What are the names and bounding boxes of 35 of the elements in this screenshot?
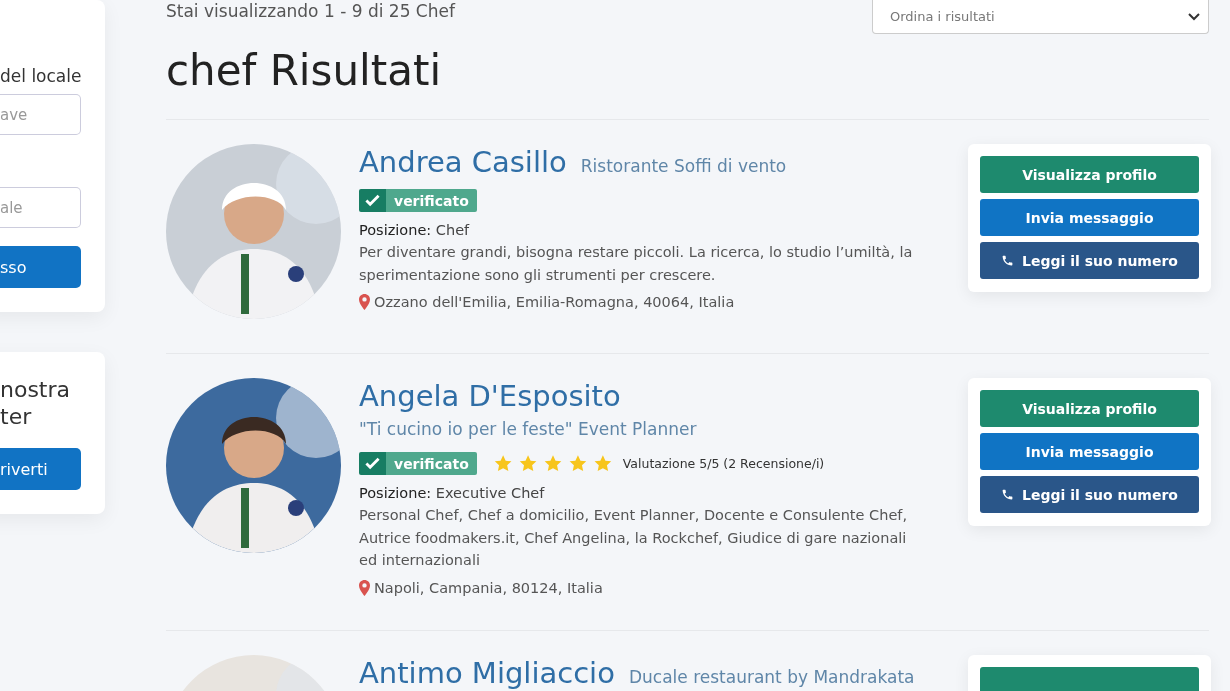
rating-text: Valutazione 5/5 (2 Recensione/i) — [622, 456, 825, 471]
send-message-button[interactable]: Invia messaggio — [980, 199, 1199, 236]
page-title: chef Risultati — [166, 46, 443, 95]
phone-icon — [1001, 488, 1015, 501]
position-text: Posizione: Executive Chef — [359, 485, 546, 501]
view-profile-button[interactable]: Visualizza profilo — [980, 156, 1199, 193]
check-icon — [359, 189, 386, 212]
map-pin-icon — [359, 294, 370, 310]
search-button[interactable]: sso — [0, 246, 81, 288]
phone-icon — [1001, 254, 1015, 267]
subscribe-button[interactable]: riverti — [0, 448, 81, 490]
chef-subtitle: Ducale restaurant by Mandrakata — [628, 665, 915, 689]
position-text: Posizione: Chef — [359, 222, 471, 238]
newsletter-heading: nostra ter — [0, 376, 72, 430]
chef-subtitle: Ristorante Soffi di vento — [580, 155, 787, 178]
chef-name[interactable]: Antimo Migliaccio — [359, 654, 615, 691]
view-profile-button[interactable]: Visualizza profilo — [980, 390, 1199, 427]
location-text: Ozzano dell'Emilia, Emilia-Romagna, 40064, Italia — [374, 294, 735, 310]
chevron-down-icon — [1188, 12, 1200, 21]
results-count: Stai visualizzando 1 - 9 di 25 Chef — [166, 0, 455, 22]
send-message-button[interactable]: Invia messaggio — [980, 433, 1199, 470]
location-text: Napoli, Campania, 80124, Italia — [374, 579, 603, 596]
chef-name[interactable]: Andrea Casillo — [359, 144, 567, 180]
chef-name[interactable]: Angela D'Esposito — [359, 378, 621, 414]
map-pin-icon — [359, 579, 370, 596]
sort-select[interactable]: Ordina i risultati — [872, 0, 1209, 34]
show-number-button[interactable]: Leggi il suo numero — [980, 476, 1199, 513]
show-number-button[interactable]: Leggi il suo numero — [980, 242, 1199, 279]
field-label: del locale — [0, 66, 81, 86]
input-field[interactable]: ave — [0, 94, 81, 135]
chef-bio: Per diventare grandi, bisogna restare piccoli. La ricerca, lo studio l’umiltà, la sperimentazione sono gli strumenti per crescere. — [359, 243, 914, 285]
chef-subtitle: "Ti cucino io per le feste" Event Planner — [359, 418, 697, 441]
chef-bio: Personal Chef, Chef a domicilio, Event Planner, Docente e Consulente Chef, Autrice foodmakers.it, Chef Angelina, la Rockchef, Giudice di gare nazionali ed internazionali — [359, 506, 908, 570]
input-field[interactable]: ale — [0, 187, 81, 228]
check-icon — [359, 452, 386, 475]
